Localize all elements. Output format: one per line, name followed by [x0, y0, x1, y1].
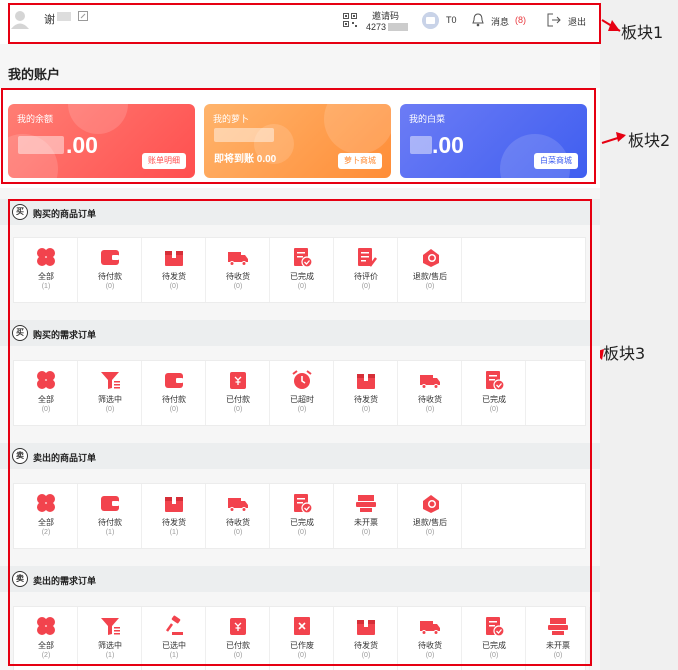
page-title: 我的账户: [8, 67, 61, 82]
annotation-box-2: [1, 88, 596, 184]
annotation-box-3: [8, 199, 592, 666]
annotation-arrows: [600, 19, 626, 360]
annotation-box-1: [8, 3, 601, 44]
